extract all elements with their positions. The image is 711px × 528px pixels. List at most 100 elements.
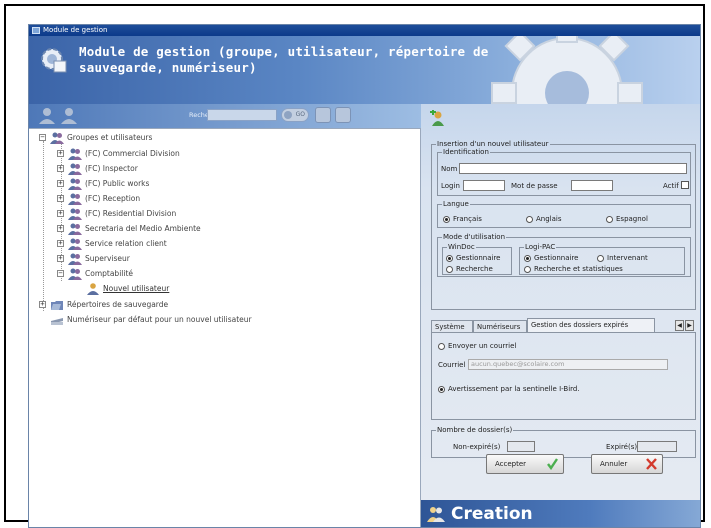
users-group-icon — [68, 178, 82, 190]
users-group-icon — [50, 132, 64, 144]
checkmark-icon — [547, 458, 558, 470]
edit-icon[interactable] — [315, 107, 331, 123]
delete-icon[interactable] — [335, 107, 351, 123]
windoc-search-radio[interactable] — [446, 266, 453, 273]
logipac-manager-radio[interactable] — [524, 255, 531, 262]
login-label: Login — [441, 182, 460, 190]
language-french-label: Français — [453, 215, 482, 223]
tree-panel: − Groupes et utilisateurs + (FC) Commerc… — [29, 128, 421, 527]
password-field[interactable] — [571, 180, 613, 191]
language-group: Langue — [437, 200, 691, 228]
expired-folders-panel: Envoyer un courriel Courriel aucun.quebe… — [431, 332, 696, 420]
close-icon — [646, 458, 657, 470]
accept-label: Accepter — [495, 460, 527, 468]
send-email-radio[interactable] — [438, 343, 445, 350]
logipac-legend: Logi-PAC — [525, 243, 556, 251]
section-title: Insertion d'un nouvel utilisateur — [437, 140, 549, 148]
group-label: (FC) Inspector — [85, 164, 138, 173]
users-group-icon — [68, 163, 82, 175]
language-spanish-radio[interactable] — [606, 216, 613, 223]
app-window: Module de gestion Module de gestion (gro… — [28, 24, 701, 528]
gear-user-icon — [41, 48, 67, 73]
add-group-icon[interactable] — [59, 107, 79, 125]
cancel-label: Annuler — [600, 460, 628, 468]
tab-bar: Système Numériseurs Gestion des dossiers… — [431, 318, 696, 332]
expired-count-field — [637, 441, 677, 452]
gear-icon — [491, 36, 643, 104]
creation-label: Creation — [451, 504, 533, 524]
folder-count-legend: Nombre de dossier(s) — [437, 426, 513, 434]
sentinel-radio[interactable] — [438, 386, 445, 393]
group-label: Secretaria del Medio Ambiente — [85, 224, 201, 233]
group-label: Superviseur — [85, 254, 130, 263]
cancel-button[interactable]: Annuler — [591, 454, 663, 474]
windoc-manager-radio[interactable] — [446, 255, 453, 262]
title-bar[interactable]: Module de gestion — [29, 25, 700, 36]
default-scanner-label: Numériseur par défaut pour un nouvel uti… — [67, 315, 252, 324]
expand-icon[interactable]: + — [57, 255, 64, 262]
users-group-icon — [68, 253, 82, 265]
logipac-manager-label: Gestionnaire — [534, 254, 579, 262]
group-label: (FC) Reception — [85, 194, 141, 203]
users-group-icon — [68, 208, 82, 220]
add-user-icon[interactable] — [37, 107, 57, 125]
expand-icon[interactable]: + — [57, 195, 64, 202]
active-label: Actif — [663, 182, 679, 190]
windoc-manager-label: Gestionnaire — [456, 254, 501, 262]
group-label: (FC) Commercial Division — [85, 149, 180, 158]
users-group-icon — [427, 507, 445, 522]
email-label: Courriel — [438, 361, 466, 369]
name-field[interactable] — [459, 163, 687, 174]
unexpired-count-field — [507, 441, 535, 452]
folder-icon — [51, 301, 63, 310]
login-field[interactable] — [463, 180, 505, 191]
user-form: Insertion d'un nouvel utilisateur Identi… — [431, 140, 696, 475]
expand-icon[interactable]: + — [39, 301, 46, 308]
usage-mode-legend: Mode d'utilisation — [443, 233, 506, 241]
name-label: Nom — [441, 165, 458, 173]
expand-icon[interactable]: + — [57, 240, 64, 247]
tab-scanners[interactable]: Numériseurs — [473, 320, 527, 332]
logipac-search-stats-radio[interactable] — [524, 266, 531, 273]
group-label: (FC) Public works — [85, 179, 150, 188]
identification-legend: Identification — [443, 148, 489, 156]
header-banner: Module de gestion (groupe, utilisateur, … — [29, 36, 700, 104]
expired-label: Expiré(s) — [606, 443, 638, 451]
window-title: Module de gestion — [43, 26, 108, 34]
tab-prev-icon[interactable]: ◀ — [675, 320, 684, 331]
active-checkbox[interactable] — [681, 181, 689, 189]
logipac-contributor-radio[interactable] — [597, 255, 604, 262]
accept-button[interactable]: Accepter — [486, 454, 564, 474]
users-group-icon — [68, 223, 82, 235]
users-group-icon — [68, 238, 82, 250]
windoc-legend: WinDoc — [448, 243, 475, 251]
tab-expired-folders[interactable]: Gestion des dossiers expirés — [527, 318, 655, 332]
group-label: Comptabilité — [85, 269, 133, 278]
language-english-radio[interactable] — [526, 216, 533, 223]
toolbar: Recherche GO — [29, 104, 421, 128]
banner-title: Module de gestion (groupe, utilisateur, … — [79, 44, 489, 75]
expand-icon[interactable]: + — [57, 210, 64, 217]
send-email-label: Envoyer un courriel — [448, 342, 517, 350]
new-user-label: Nouvel utilisateur — [103, 284, 170, 293]
expand-icon[interactable]: + — [57, 150, 64, 157]
search-input[interactable] — [207, 109, 277, 121]
language-english-label: Anglais — [536, 215, 562, 223]
scanner-icon — [51, 318, 63, 325]
tab-system[interactable]: Système — [431, 320, 473, 332]
collapse-icon[interactable]: − — [39, 134, 46, 141]
language-legend: Langue — [443, 200, 469, 208]
user-icon — [87, 283, 99, 295]
tab-next-icon[interactable]: ▶ — [685, 320, 694, 331]
email-field[interactable]: aucun.quebec@scolaire.com — [468, 359, 668, 370]
language-french-radio[interactable] — [443, 216, 450, 223]
expand-icon[interactable]: + — [57, 180, 64, 187]
go-button[interactable]: GO — [281, 108, 309, 122]
expand-icon[interactable]: + — [57, 165, 64, 172]
add-user-icon — [430, 110, 444, 126]
collapse-icon[interactable]: − — [57, 270, 64, 277]
logipac-contributor-label: Intervenant — [607, 254, 648, 262]
users-group-icon — [68, 148, 82, 160]
detail-panel: Insertion d'un nouvel utilisateur Identi… — [421, 104, 700, 527]
expand-icon[interactable]: + — [57, 225, 64, 232]
